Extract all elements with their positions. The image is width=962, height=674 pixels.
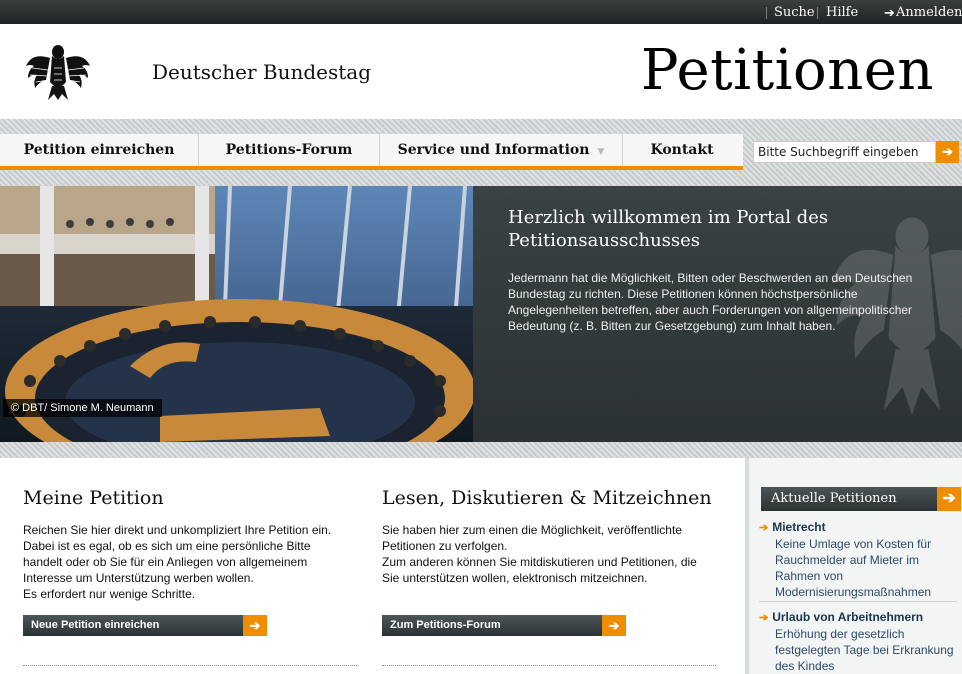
top-utility-bar: Suche Hilfe ➔ Anmelden: [0, 0, 962, 24]
new-petition-arrow-button[interactable]: ➔: [243, 615, 267, 636]
dotted-divider: [23, 665, 357, 666]
new-petition-button[interactable]: Neue Petition einreichen: [23, 615, 243, 636]
topbar-divider: [817, 7, 818, 19]
help-link[interactable]: Hilfe: [826, 5, 858, 20]
nav-item-label: Service und Information: [397, 142, 590, 158]
current-petitions-sidebar: Aktuelle Petitionen ➔ ➔ Mietrecht Keine U…: [745, 458, 962, 674]
welcome-heading: Herzlich willkommen im Portal des Petiti…: [508, 206, 908, 252]
nav-item-label: Kontakt: [650, 142, 714, 158]
site-header: Deutscher Bundestag Petitionen: [0, 24, 962, 119]
page-title: Petitionen: [640, 38, 934, 103]
forum-paragraph: Zum anderen können Sie mitdiskutieren un…: [382, 555, 697, 585]
photo-credit: © DBT/ Simone M. Neumann: [3, 399, 162, 417]
welcome-panel: Herzlich willkommen im Portal des Petiti…: [473, 186, 962, 442]
section-divider-band: [0, 442, 962, 458]
nav-item-label: Petitions-Forum: [225, 142, 353, 158]
arrow-right-icon: ➔: [759, 522, 769, 534]
arrow-right-icon: ➔: [608, 618, 620, 633]
welcome-text: Jedermann hat die Möglichkeit, Bitten od…: [508, 271, 913, 333]
read-discuss-sign-heading: Lesen, Diskutieren & Mitzeichnen: [382, 487, 712, 509]
search-input[interactable]: Bitte Suchbegriff eingeben: [753, 141, 936, 163]
dotted-divider: [382, 665, 716, 666]
petition-title[interactable]: Urlaub von Arbeitnehmern: [772, 610, 923, 624]
nav-item-kontakt[interactable]: Kontakt: [623, 134, 741, 166]
my-petition-heading: Meine Petition: [23, 487, 164, 509]
arrow-right-icon: ➔: [942, 144, 953, 159]
search-submit-button[interactable]: ➔: [936, 141, 959, 163]
my-petition-paragraph: Es erfordert nur wenige Schritte.: [23, 587, 196, 601]
navigation-band: Petition einreichen Petitions-Forum Serv…: [0, 119, 962, 186]
institution-name: Deutscher Bundestag: [152, 60, 372, 84]
nav-item-service-und-information[interactable]: Service und Information ▼: [380, 134, 622, 166]
current-petitions-heading[interactable]: Aktuelle Petitionen: [761, 487, 937, 511]
petition-title[interactable]: Mietrecht: [772, 520, 825, 534]
my-petition-text: Reichen Sie hier direkt und unkomplizier…: [23, 522, 348, 602]
read-discuss-sign-text: Sie haben hier zum einen die Möglichkeit…: [382, 522, 717, 586]
current-petitions-arrow-button[interactable]: ➔: [937, 487, 961, 511]
my-petition-paragraph: Reichen Sie hier direkt und unkomplizier…: [23, 523, 332, 585]
petition-list-item[interactable]: ➔ Urlaub von Arbeitnehmern Erhöhung der g…: [759, 609, 959, 674]
petitions-forum-button[interactable]: Zum Petitions-Forum: [382, 615, 602, 636]
topbar-divider: [766, 7, 767, 19]
main-navigation: Petition einreichen Petitions-Forum Serv…: [0, 134, 743, 170]
arrow-right-icon: ➔: [942, 490, 956, 507]
petition-list-item[interactable]: ➔ Mietrecht Keine Umlage von Kosten für R…: [759, 519, 959, 600]
arrow-right-icon: ➔: [759, 612, 769, 624]
arrow-right-icon: ➔: [884, 6, 895, 21]
federal-eagle-logo-icon[interactable]: [24, 42, 92, 102]
forum-paragraph: Sie haben hier zum einen die Möglichkeit…: [382, 523, 682, 553]
petitions-forum-arrow-button[interactable]: ➔: [602, 615, 626, 636]
list-divider: [759, 601, 957, 602]
welcome-heading-line: Herzlich willkommen im Portal des: [508, 207, 829, 228]
petition-description[interactable]: Erhöhung der gesetzlich festgelegten Tag…: [759, 626, 959, 674]
login-link[interactable]: Anmelden: [896, 5, 962, 20]
dropdown-caret-icon: ▼: [597, 147, 605, 157]
welcome-heading-line: Petitionsausschusses: [508, 230, 701, 251]
search-link[interactable]: Suche: [774, 5, 815, 20]
arrow-right-icon: ➔: [249, 618, 261, 633]
petition-description[interactable]: Keine Umlage von Kosten für Rauchmelder …: [759, 536, 959, 600]
nav-item-petition-einreichen[interactable]: Petition einreichen: [0, 134, 198, 166]
nav-item-petitions-forum[interactable]: Petitions-Forum: [199, 134, 379, 166]
nav-item-label: Petition einreichen: [23, 142, 175, 158]
hero-photo: © DBT/ Simone M. Neumann: [0, 186, 473, 442]
